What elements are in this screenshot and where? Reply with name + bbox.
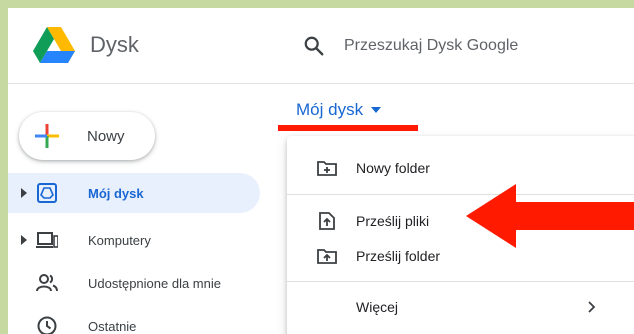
menu-item-label: Nowy folder xyxy=(356,160,430,176)
sidebar-item-label: Udostępnione dla mnie xyxy=(88,276,221,291)
location-dropdown-button[interactable]: Mój dysk xyxy=(290,93,387,127)
app-title: Dysk xyxy=(90,32,139,57)
menu-item-label: Więcej xyxy=(356,299,399,315)
new-folder-icon xyxy=(317,161,337,176)
annotation-arrow-icon xyxy=(466,184,634,248)
sidebar-item-label: Ostatnie xyxy=(88,319,137,334)
plus-icon xyxy=(35,124,59,148)
drive-icon xyxy=(37,183,57,203)
clock-icon xyxy=(37,316,57,334)
google-drive-logo-icon[interactable] xyxy=(33,27,75,63)
menu-item-new-folder[interactable]: Nowy folder xyxy=(287,150,634,186)
menu-item-label: Prześlij pliki xyxy=(356,213,430,229)
sidebar-item-label: Komputery xyxy=(88,233,151,248)
computer-icon xyxy=(36,232,58,248)
search-icon[interactable] xyxy=(303,35,325,57)
caret-right-icon[interactable] xyxy=(20,187,28,199)
drive-window: Dysk Przeszukaj Dysk Google Nowy Mój dys… xyxy=(8,8,634,334)
chevron-right-icon xyxy=(588,301,595,313)
file-upload-icon xyxy=(319,212,335,230)
sidebar-item-computers[interactable]: Komputery xyxy=(8,220,260,260)
menu-item-label: Prześlij folder xyxy=(356,248,441,264)
new-button[interactable]: Nowy xyxy=(19,112,155,160)
folder-upload-icon xyxy=(317,249,337,264)
sidebar-item-recent[interactable]: Ostatnie xyxy=(8,306,260,334)
menu-item-more[interactable]: Więcej xyxy=(287,289,634,325)
new-button-label: Nowy xyxy=(87,128,125,145)
top-bar: Dysk Przeszukaj Dysk Google xyxy=(8,8,634,84)
annotation-underline-drive xyxy=(278,125,418,131)
people-icon xyxy=(36,274,58,292)
search-input[interactable]: Przeszukaj Dysk Google xyxy=(344,37,518,55)
caret-down-icon xyxy=(371,107,382,113)
location-title: Mój dysk xyxy=(296,100,364,119)
sidebar-item-shared-with-me[interactable]: Udostępnione dla mnie xyxy=(8,263,260,303)
sidebar-item-my-drive[interactable]: Mój dysk xyxy=(8,173,260,213)
menu-divider xyxy=(287,281,634,282)
caret-right-icon[interactable] xyxy=(20,234,28,246)
sidebar-item-label: Mój dysk xyxy=(88,186,144,201)
